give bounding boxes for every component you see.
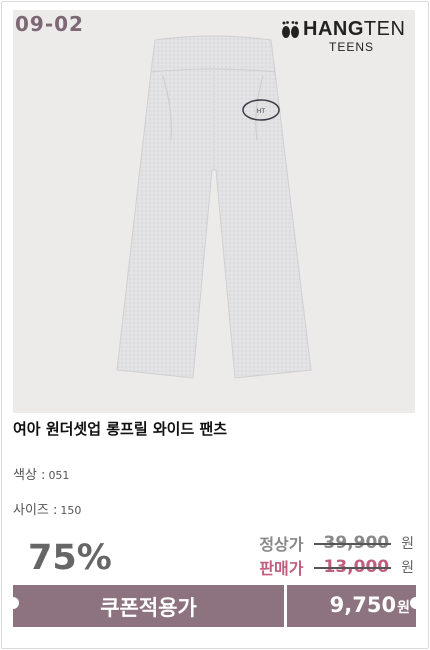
final-price-box[interactable]: 9,750원 (287, 585, 416, 627)
final-price: 9,750원 (329, 593, 410, 617)
pants-illustration: HT (116, 35, 312, 379)
product-image[interactable]: HT 09-02 HANGTEN TEENS (13, 10, 415, 413)
color-value: 051 (48, 469, 70, 482)
coupon-price-label: 쿠폰적용가 (100, 596, 197, 620)
sale-price-row: 판매가 13,000 원 (259, 556, 414, 578)
product-title[interactable]: 여아 원더셋업 롱프릴 와이드 팬츠 (13, 418, 227, 439)
svg-text:HT: HT (257, 108, 266, 115)
color-option: 색상 :051 (13, 464, 69, 483)
sale-price-label: 판매가 (259, 559, 304, 578)
color-label: 색상 : (13, 468, 46, 483)
brand-logo: HANGTEN TEENS (279, 16, 409, 56)
brand-sub: TEENS (329, 40, 375, 54)
coupon-price-button[interactable]: 쿠폰적용가 (13, 585, 284, 627)
regular-price-row: 정상가 39,900 원 (259, 532, 414, 554)
sale-price-unit: 원 (401, 560, 414, 576)
regular-price-unit: 원 (401, 536, 414, 552)
product-code: 09-02 (15, 12, 84, 36)
ticket-notch-right (410, 597, 422, 609)
sale-price-value: 13,000 (313, 557, 391, 577)
feet-icon (282, 21, 299, 38)
discount-rate: 75% (28, 538, 112, 578)
size-value: 150 (60, 504, 82, 517)
regular-price-label: 정상가 (259, 535, 304, 554)
size-label: 사이즈 : (13, 503, 58, 518)
ticket-notch-left (7, 597, 19, 609)
size-option: 사이즈 :150 (13, 499, 81, 518)
brand-name: HANGTEN (303, 18, 406, 40)
regular-price-value: 39,900 (313, 533, 391, 553)
